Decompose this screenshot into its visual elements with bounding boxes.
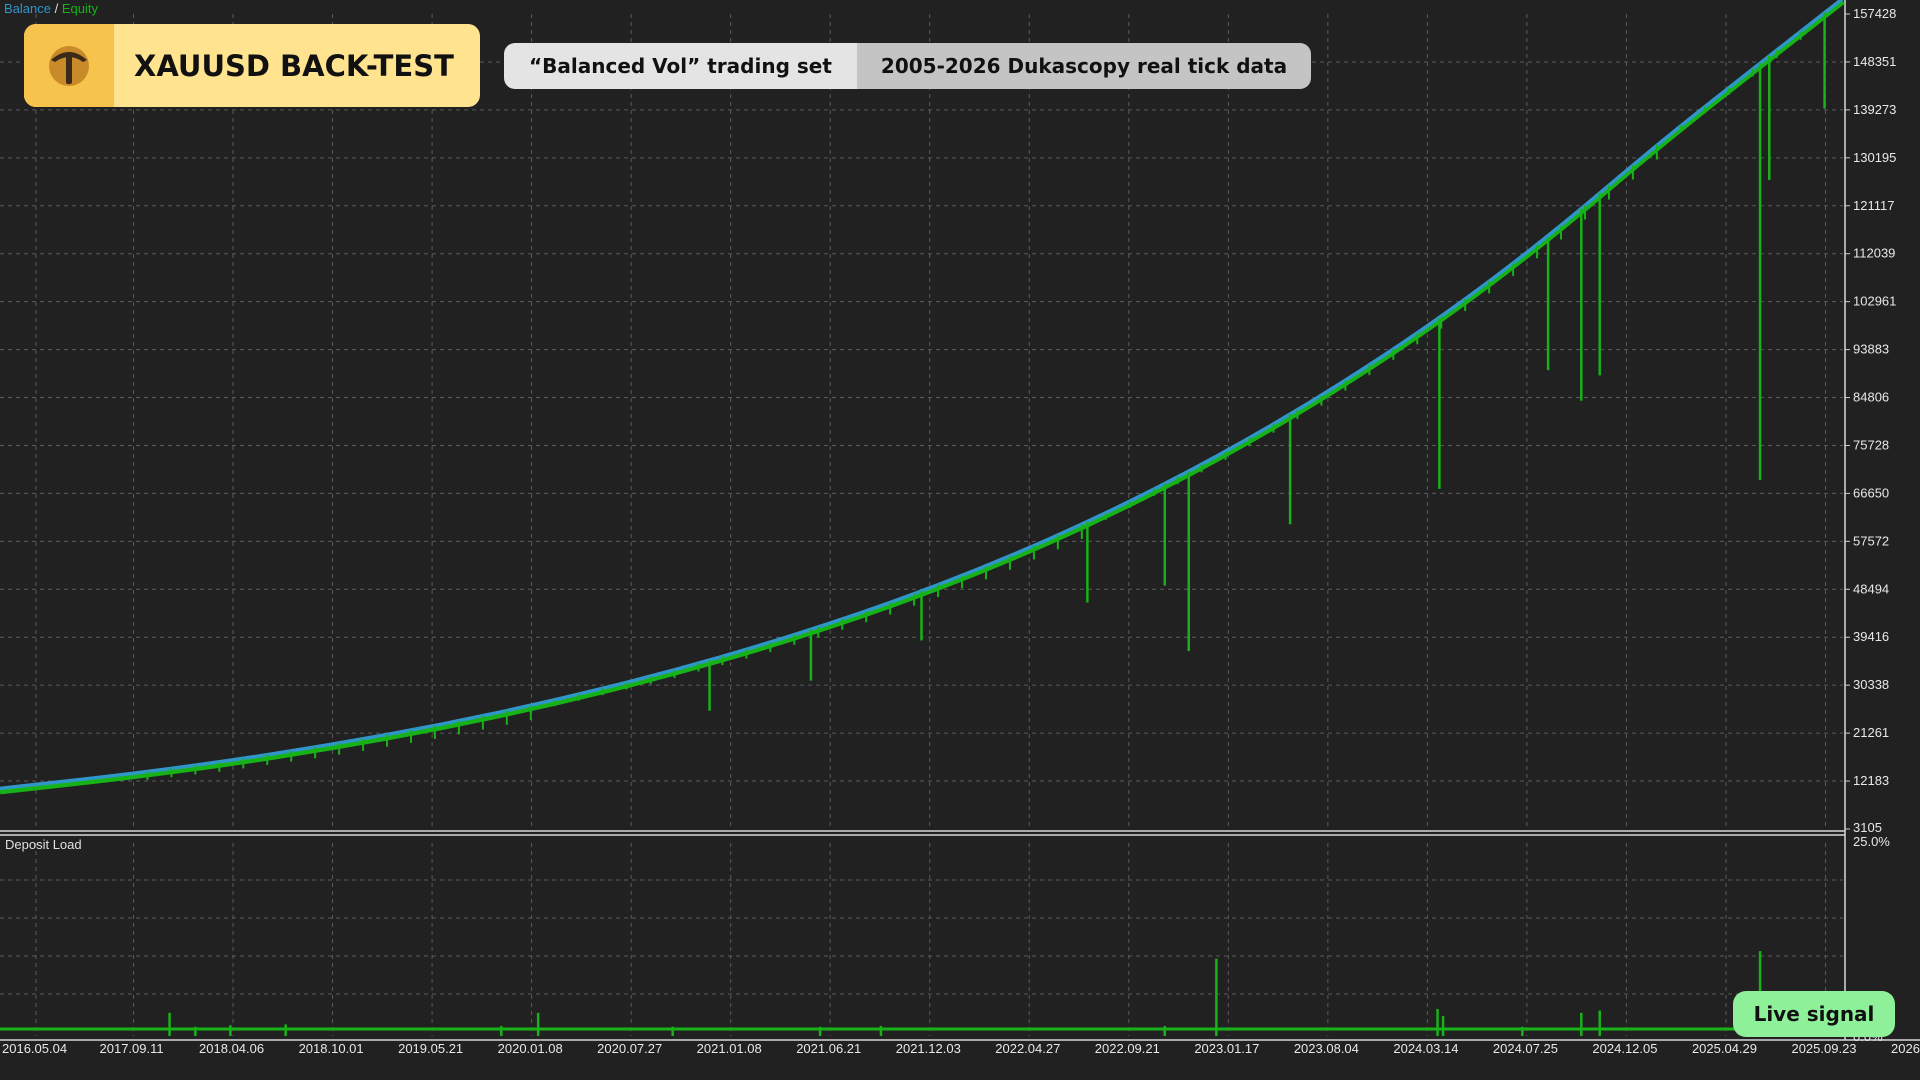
y-tick-label: 12183 — [1853, 773, 1889, 788]
y-tick-label: 148351 — [1853, 54, 1896, 69]
y-tick-label: 130195 — [1853, 150, 1896, 165]
x-tick-label: 2021.12.03 — [896, 1041, 961, 1056]
y-tick-label: 121117 — [1853, 198, 1894, 213]
x-tick-label: 2022.04.27 — [995, 1041, 1060, 1056]
x-tick-label: 2023.08.04 — [1294, 1041, 1359, 1056]
legend-equity: Equity — [61, 1, 98, 16]
x-tick-label: 2024.07.25 — [1493, 1041, 1558, 1056]
y-tick-label: 75728 — [1853, 437, 1889, 452]
y-tick-label: 157428 — [1853, 6, 1896, 21]
x-tick-label: 2018.04.06 — [199, 1041, 264, 1056]
legend-balance: Balance — [4, 1, 51, 16]
y-tick-label: 3105 — [1853, 820, 1882, 835]
x-tick-label: 2020.07.27 — [597, 1041, 662, 1056]
pickaxe-logo-icon — [24, 24, 114, 107]
y-tick-label: 39416 — [1853, 629, 1889, 644]
x-tick-label: 2021.06.21 — [796, 1041, 861, 1056]
deposit-tick-label: 25.0% — [1853, 834, 1890, 849]
x-tick-label: 2025.04.29 — [1692, 1041, 1757, 1056]
y-tick-label: 93883 — [1853, 342, 1889, 357]
trading-set-label: “Balanced Vol” trading set — [504, 43, 857, 89]
y-tick-label: 57572 — [1853, 533, 1889, 548]
y-tick-label: 66650 — [1853, 485, 1889, 500]
info-pill: “Balanced Vol” trading set 2005-2026 Duk… — [504, 43, 1312, 89]
title-badge: XAUUSD BACK-TEST — [24, 24, 480, 107]
x-tick-label: 2019.05.21 — [398, 1041, 463, 1056]
x-tick-label: 2025.09.23 — [1791, 1041, 1856, 1056]
y-tick-label: 102961 — [1853, 294, 1896, 309]
x-tick-label: 2022.09.21 — [1095, 1041, 1160, 1056]
x-tick-label: 2024.03.14 — [1393, 1041, 1458, 1056]
x-tick-label: 2024.12.05 — [1592, 1041, 1657, 1056]
y-tick-label: 112039 — [1853, 246, 1895, 261]
x-tick-label: 2017.09.11 — [100, 1041, 164, 1056]
equity-line — [0, 0, 1845, 795]
y-tick-label: 48494 — [1853, 581, 1889, 596]
y-tick-label: 84806 — [1853, 390, 1889, 405]
legend-separator: / — [54, 1, 59, 16]
data-source-label: 2005-2026 Dukascopy real tick data — [856, 43, 1312, 89]
live-signal-button[interactable]: Live signal — [1733, 991, 1895, 1037]
x-tick-label: 2026.03.25 — [1891, 1041, 1920, 1056]
page-title: XAUUSD BACK-TEST — [134, 48, 454, 83]
y-tick-label: 30338 — [1853, 677, 1889, 692]
y-tick-label: 21261 — [1853, 725, 1889, 740]
x-tick-label: 2020.01.08 — [498, 1041, 563, 1056]
x-tick-label: 2021.01.08 — [697, 1041, 762, 1056]
chart-canvas: 157428 148351 139273 130195 121117 112039 1029… — [0, 0, 1920, 1056]
y-tick-label: 139273 — [1853, 102, 1896, 117]
chart-legend: Balance / Equity — [4, 1, 98, 16]
x-tick-label: 2018.10.01 — [299, 1041, 364, 1056]
balance-line — [0, 0, 1844, 791]
deposit-load-title: Deposit Load — [5, 837, 82, 852]
x-tick-label: 2023.01.17 — [1194, 1041, 1259, 1056]
x-tick-label: 2016.05.04 — [2, 1041, 67, 1056]
